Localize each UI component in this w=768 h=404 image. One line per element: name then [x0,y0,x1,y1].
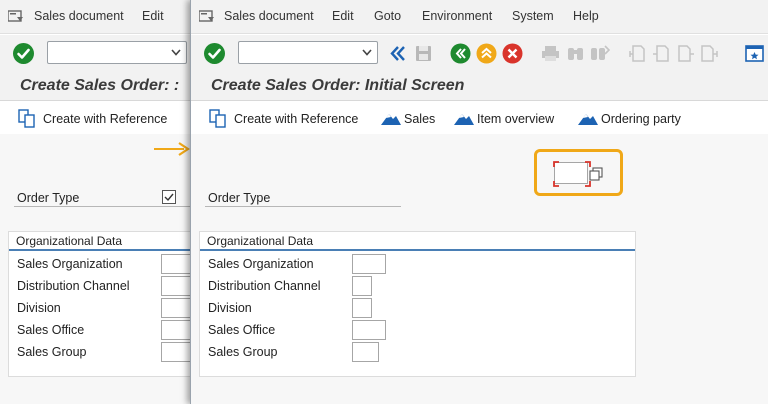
division-input[interactable] [352,298,372,318]
back-order-type-label: Order Type [17,191,80,205]
sales-office-label: Sales Office [208,323,276,337]
sales-organization-input[interactable] [352,254,386,274]
sales-office-input[interactable] [352,320,386,340]
ok-button[interactable] [204,43,225,64]
order-type-underline [205,206,401,207]
back-distribution-channel-label: Distribution Channel [17,279,130,293]
cancel-icon[interactable] [502,43,523,64]
menu-edit[interactable]: Edit [332,9,354,23]
command-field[interactable] [47,41,187,64]
back-org-data-rule [9,249,195,251]
sales-organization-label: Sales Organization [208,257,314,271]
back-org-data-group: Organizational Data Sales Organization D… [8,231,195,377]
print-icon[interactable] [540,43,561,64]
find-icon[interactable] [565,43,586,64]
org-data-group: Organizational Data Sales Organization D… [199,231,636,377]
ok-checkmark-icon [208,48,221,59]
previous-page-icon[interactable] [651,43,672,64]
ordering-party-button[interactable]: Ordering party [577,109,687,129]
window-icon[interactable] [745,43,766,64]
org-data-title: Organizational Data [207,234,314,248]
command-field[interactable] [238,41,378,64]
ok-checkmark-icon [17,48,30,59]
save-disk-icon[interactable] [413,43,434,64]
f4-help-icon[interactable] [589,167,603,181]
order-type-input[interactable] [553,161,591,187]
title-bar: Create Sales Order: Initial Screen [191,71,768,101]
page-title: Create Sales Order: Initial Screen [211,77,465,94]
back-title-bar: Create Sales Order: : [0,71,195,101]
next-page-icon[interactable] [675,43,696,64]
create-with-reference-icon [209,109,226,128]
back-icon[interactable] [450,43,471,64]
dropdown-chevron-icon[interactable] [171,46,181,59]
item-overview-button[interactable]: Item overview [453,109,558,129]
distribution-channel-label: Distribution Channel [208,279,321,293]
back-sales-office-label: Sales Office [17,323,85,337]
background-window: Sales document Edit Create Sales Order: … [0,0,195,404]
exit-icon[interactable] [476,43,497,64]
menubar: Sales document Edit Goto Environment Sys… [191,0,768,34]
ordering-party-mountain-icon [578,114,598,125]
find-next-icon[interactable] [589,43,610,64]
back-page-title: Create Sales Order: : [20,77,180,94]
front-window: Sales document Edit Goto Environment Sys… [190,0,768,404]
back-sales-organization-label: Sales Organization [17,257,123,271]
focus-corner-marks [553,161,591,187]
create-with-reference-icon [18,109,35,128]
last-page-icon[interactable] [699,43,720,64]
back-org-data-title: Organizational Data [16,234,123,248]
distribution-channel-input[interactable] [352,276,372,296]
org-data-rule [200,249,635,251]
first-page-icon[interactable] [627,43,648,64]
back-app-toolbar: Create with Reference [0,102,195,134]
dropdown-chevron-icon[interactable] [362,46,372,59]
menu-sales-document[interactable]: Sales document [224,9,314,23]
back-toolbar [0,35,195,71]
menu-help[interactable]: Help [573,9,599,23]
back-menubar: Sales document Edit [0,0,195,34]
menu-system[interactable]: System [512,9,554,23]
back-menu-edit[interactable]: Edit [142,9,164,23]
back-order-type-dropdown-icon[interactable] [162,190,176,204]
system-toolbar [191,35,768,71]
back-menu-sales-document[interactable]: Sales document [34,9,124,23]
sales-button[interactable]: Sales [380,109,436,129]
order-type-label: Order Type [208,191,271,205]
ok-button[interactable] [13,43,34,64]
division-label: Division [208,301,252,315]
back-double-arrow-icon[interactable] [387,43,408,64]
menu-icon[interactable] [199,10,215,23]
arrow-right-icon [154,142,190,156]
item-overview-mountain-icon [454,114,474,125]
menu-goto[interactable]: Goto [374,9,401,23]
back-sales-group-label: Sales Group [17,345,87,359]
back-create-with-reference-button[interactable]: Create with Reference [18,109,178,129]
sales-group-input[interactable] [352,342,379,362]
menu-environment[interactable]: Environment [422,9,492,23]
sales-mountain-icon [381,114,401,125]
back-content: Order Type Organizational Data Sales Org… [0,134,195,404]
application-toolbar: Create with Reference Sales Item overvie… [191,102,768,134]
menu-icon[interactable] [8,10,24,23]
back-order-type-underline [14,206,195,207]
create-with-reference-button[interactable]: Create with Reference [209,109,361,129]
back-division-label: Division [17,301,61,315]
sales-group-label: Sales Group [208,345,278,359]
main-content: Order Type Organizational Data Sales Org… [191,134,768,404]
